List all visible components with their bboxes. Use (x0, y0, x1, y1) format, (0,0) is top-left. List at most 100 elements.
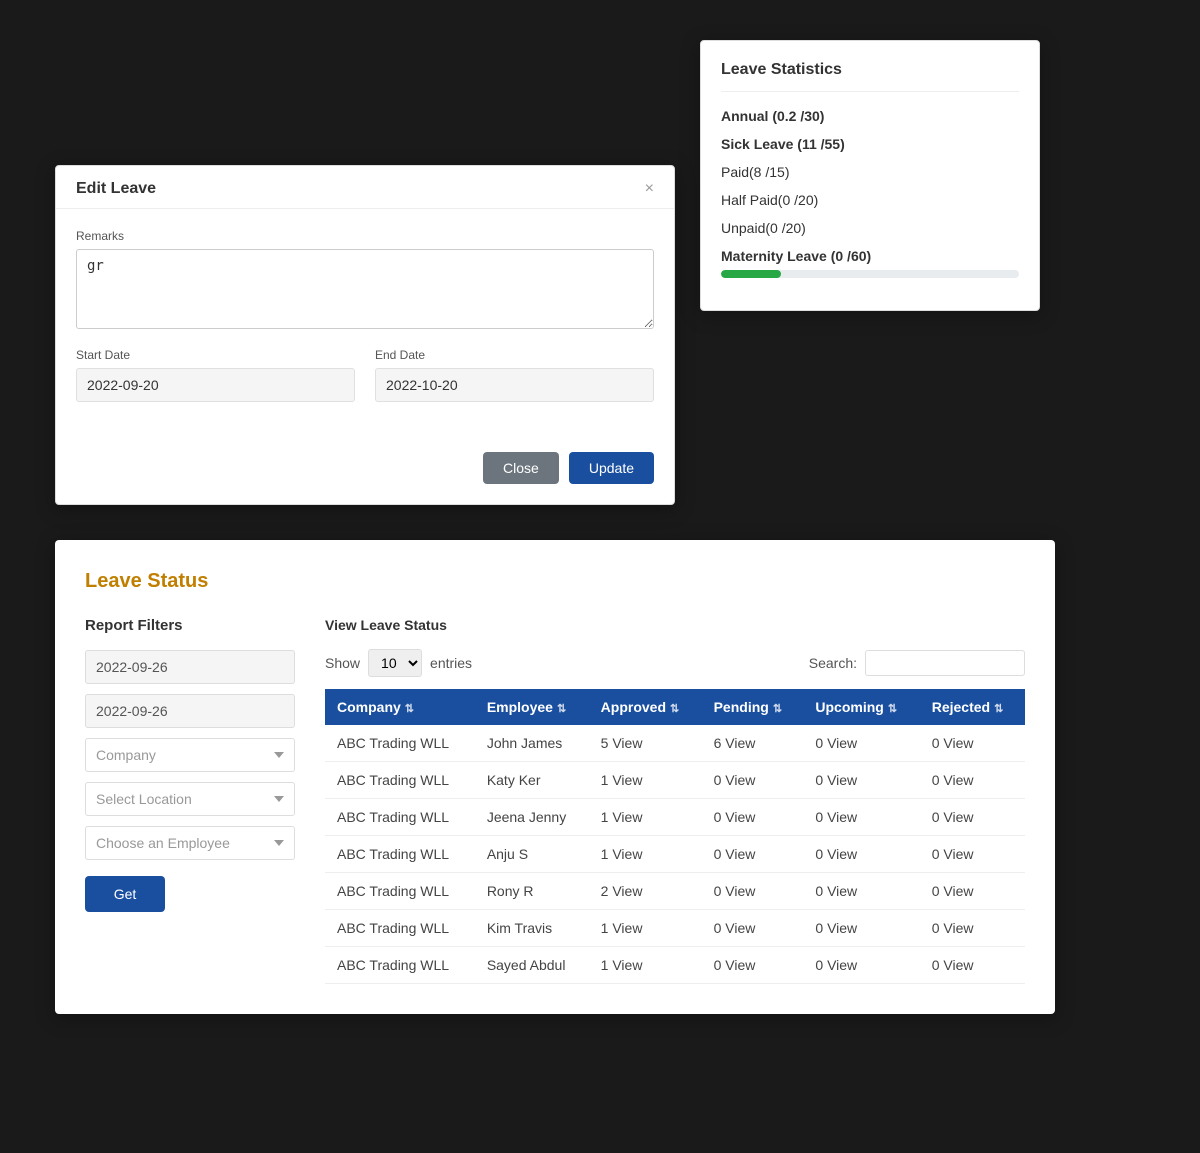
stats-title: Leave Statistics (721, 61, 1019, 92)
filters-panel: Report Filters Company Select Location C… (85, 617, 295, 984)
table-header-pending[interactable]: Pending⇅ (702, 689, 804, 725)
content-layout: Report Filters Company Select Location C… (85, 617, 1025, 984)
show-label: Show (325, 655, 360, 671)
table-cell-upcoming: 0 View (803, 762, 919, 799)
table-cell-approved: 1 View (589, 762, 702, 799)
table-cell-employee: Anju S (475, 836, 589, 873)
table-cell-rejected: 0 View (920, 873, 1025, 910)
table-cell-pending: 6 View (702, 725, 804, 762)
stats-items: Annual (0.2 /30) Sick Leave (11 /55) Paid(… (721, 108, 1019, 278)
table-cell-employee: Jeena Jenny (475, 799, 589, 836)
table-cell-rejected: 0 View (920, 725, 1025, 762)
stat-item: Sick Leave (11 /55) (721, 136, 1019, 152)
table-cell-pending: 0 View (702, 947, 804, 984)
table-header-employee[interactable]: Employee⇅ (475, 689, 589, 725)
sort-icon: ⇅ (405, 703, 414, 715)
table-cell-upcoming: 0 View (803, 947, 919, 984)
modal-title: Edit Leave (76, 180, 156, 198)
stat-item: Half Paid(0 /20) (721, 192, 1019, 208)
remarks-label: Remarks (76, 229, 654, 243)
table-row: ABC Trading WLLRony R2 View0 View0 View0… (325, 873, 1025, 910)
edit-leave-modal: Edit Leave × Remarks gr Start Date End D… (55, 165, 675, 505)
view-label: View Leave Status (325, 617, 1025, 633)
table-cell-company: ABC Trading WLL (325, 910, 475, 947)
data-table: Company⇅Employee⇅Approved⇅Pending⇅Upcomi… (325, 689, 1025, 984)
table-row: ABC Trading WLLKaty Ker1 View0 View0 Vie… (325, 762, 1025, 799)
table-cell-upcoming: 0 View (803, 836, 919, 873)
table-cell-rejected: 0 View (920, 799, 1025, 836)
stat-bar (721, 270, 781, 278)
stat-label: Sick Leave (11 /55) (721, 136, 1019, 152)
table-cell-approved: 5 View (589, 725, 702, 762)
date1-input[interactable] (85, 650, 295, 684)
get-button[interactable]: Get (85, 876, 165, 912)
start-date-group: Start Date (76, 348, 355, 402)
table-cell-employee: Katy Ker (475, 762, 589, 799)
table-cell-upcoming: 0 View (803, 910, 919, 947)
leave-stats-panel: Leave Statistics Annual (0.2 /30) Sick Le… (700, 40, 1040, 311)
remarks-textarea[interactable]: gr (76, 249, 654, 329)
table-header-row: Company⇅Employee⇅Approved⇅Pending⇅Upcomi… (325, 689, 1025, 725)
table-cell-pending: 0 View (702, 799, 804, 836)
table-controls: Show 10 25 50 entries Search: (325, 649, 1025, 677)
table-cell-pending: 0 View (702, 873, 804, 910)
table-cell-company: ABC Trading WLL (325, 947, 475, 984)
table-row: ABC Trading WLLJeena Jenny1 View0 View0 … (325, 799, 1025, 836)
table-cell-employee: Rony R (475, 873, 589, 910)
table-cell-rejected: 0 View (920, 947, 1025, 984)
location-select[interactable]: Select Location (85, 782, 295, 816)
stat-item: Unpaid(0 /20) (721, 220, 1019, 236)
remarks-group: Remarks gr (76, 229, 654, 332)
search-label: Search: (809, 655, 857, 671)
table-cell-rejected: 0 View (920, 836, 1025, 873)
table-cell-pending: 0 View (702, 910, 804, 947)
table-header-company[interactable]: Company⇅ (325, 689, 475, 725)
sort-icon: ⇅ (773, 703, 782, 715)
table-row: ABC Trading WLLSayed Abdul1 View0 View0 … (325, 947, 1025, 984)
start-date-label: Start Date (76, 348, 355, 362)
view-sub-text: Leave Status (361, 617, 447, 633)
stat-label: Maternity Leave (0 /60) (721, 248, 1019, 264)
table-cell-upcoming: 0 View (803, 873, 919, 910)
modal-body: Remarks gr Start Date End Date (56, 209, 674, 442)
stat-label: Unpaid(0 /20) (721, 220, 1019, 236)
close-button[interactable]: Close (483, 452, 559, 484)
modal-footer: Close Update (56, 442, 674, 504)
table-cell-company: ABC Trading WLL (325, 762, 475, 799)
stat-item: Paid(8 /15) (721, 164, 1019, 180)
table-panel: View Leave Status Show 10 25 50 entries … (325, 617, 1025, 984)
view-text: View (325, 617, 357, 633)
stat-bar-container (721, 270, 1019, 278)
table-head: Company⇅Employee⇅Approved⇅Pending⇅Upcomi… (325, 689, 1025, 725)
table-cell-company: ABC Trading WLL (325, 873, 475, 910)
table-header-rejected[interactable]: Rejected⇅ (920, 689, 1025, 725)
end-date-group: End Date (375, 348, 654, 402)
table-cell-company: ABC Trading WLL (325, 836, 475, 873)
employee-select[interactable]: Choose an Employee (85, 826, 295, 860)
start-date-input[interactable] (76, 368, 355, 402)
sort-icon: ⇅ (557, 703, 566, 715)
table-cell-pending: 0 View (702, 762, 804, 799)
entries-select[interactable]: 10 25 50 (368, 649, 422, 677)
modal-header: Edit Leave × (56, 166, 674, 209)
end-date-input[interactable] (375, 368, 654, 402)
table-cell-rejected: 0 View (920, 910, 1025, 947)
update-button[interactable]: Update (569, 452, 654, 484)
show-entries: Show 10 25 50 entries (325, 649, 472, 677)
entries-label: entries (430, 655, 472, 671)
search-input[interactable] (865, 650, 1025, 676)
sort-icon: ⇅ (888, 703, 897, 715)
table-header-approved[interactable]: Approved⇅ (589, 689, 702, 725)
company-select[interactable]: Company (85, 738, 295, 772)
table-header-upcoming[interactable]: Upcoming⇅ (803, 689, 919, 725)
date2-input[interactable] (85, 694, 295, 728)
table-cell-rejected: 0 View (920, 762, 1025, 799)
table-cell-approved: 1 View (589, 799, 702, 836)
table-cell-employee: Kim Travis (475, 910, 589, 947)
sort-icon: ⇅ (670, 703, 679, 715)
section-title: Leave Status (85, 570, 1025, 593)
stat-item: Annual (0.2 /30) (721, 108, 1019, 124)
filters-title: Report Filters (85, 617, 295, 634)
modal-close-button[interactable]: × (645, 180, 654, 198)
leave-status-section: Leave Status Report Filters Company Sele… (55, 540, 1055, 1014)
